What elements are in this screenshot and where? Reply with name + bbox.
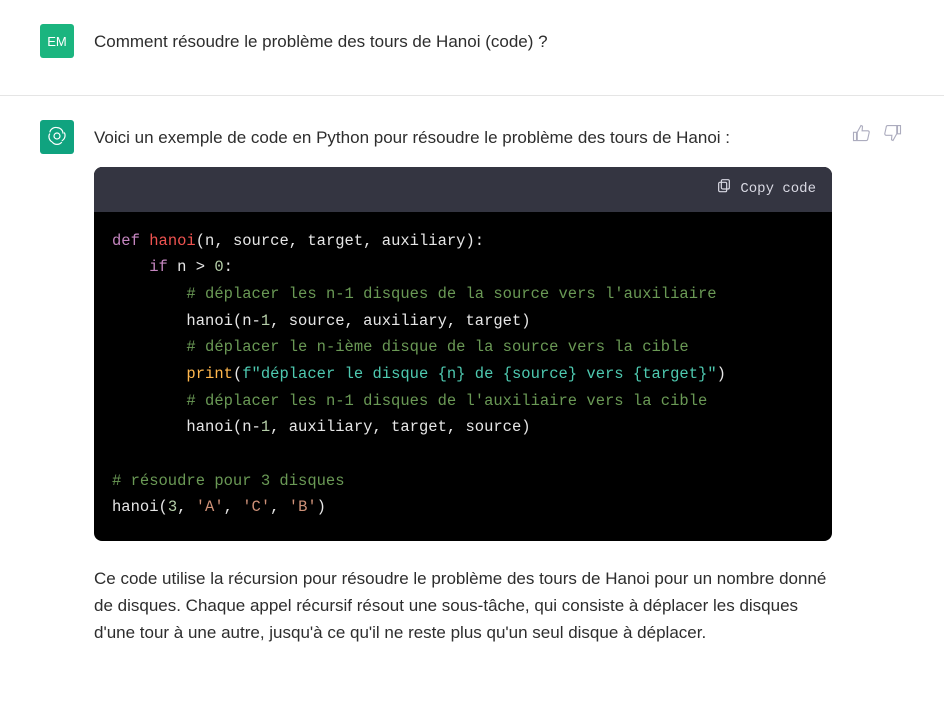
assistant-explanation: Ce code utilise la récursion pour résoud…: [94, 565, 832, 647]
clipboard-icon: [716, 177, 732, 201]
code-header: Copy code: [94, 167, 832, 211]
user-avatar-initials: EM: [47, 34, 67, 49]
thumbs-down-button[interactable]: [884, 124, 904, 144]
thumbs-up-button[interactable]: [852, 124, 872, 144]
copy-code-button[interactable]: Copy code: [716, 177, 816, 201]
assistant-message-row: Voici un exemple de code en Python pour …: [0, 96, 944, 686]
user-question: Comment résoudre le problème des tours d…: [94, 28, 904, 55]
code-block: Copy code def hanoi(n, source, target, a…: [94, 167, 832, 541]
openai-logo-icon: [45, 124, 69, 151]
user-message-row: EM Comment résoudre le problème des tour…: [0, 0, 944, 96]
copy-code-label: Copy code: [740, 178, 816, 200]
code-body[interactable]: def hanoi(n, source, target, auxiliary):…: [94, 212, 832, 541]
assistant-intro: Voici un exemple de code en Python pour …: [94, 124, 832, 151]
user-avatar: EM: [40, 24, 74, 58]
user-message-content: Comment résoudre le problème des tours d…: [94, 24, 904, 71]
assistant-message-content: Voici un exemple de code en Python pour …: [94, 120, 832, 662]
feedback-buttons: [852, 120, 904, 662]
assistant-avatar: [40, 120, 74, 154]
